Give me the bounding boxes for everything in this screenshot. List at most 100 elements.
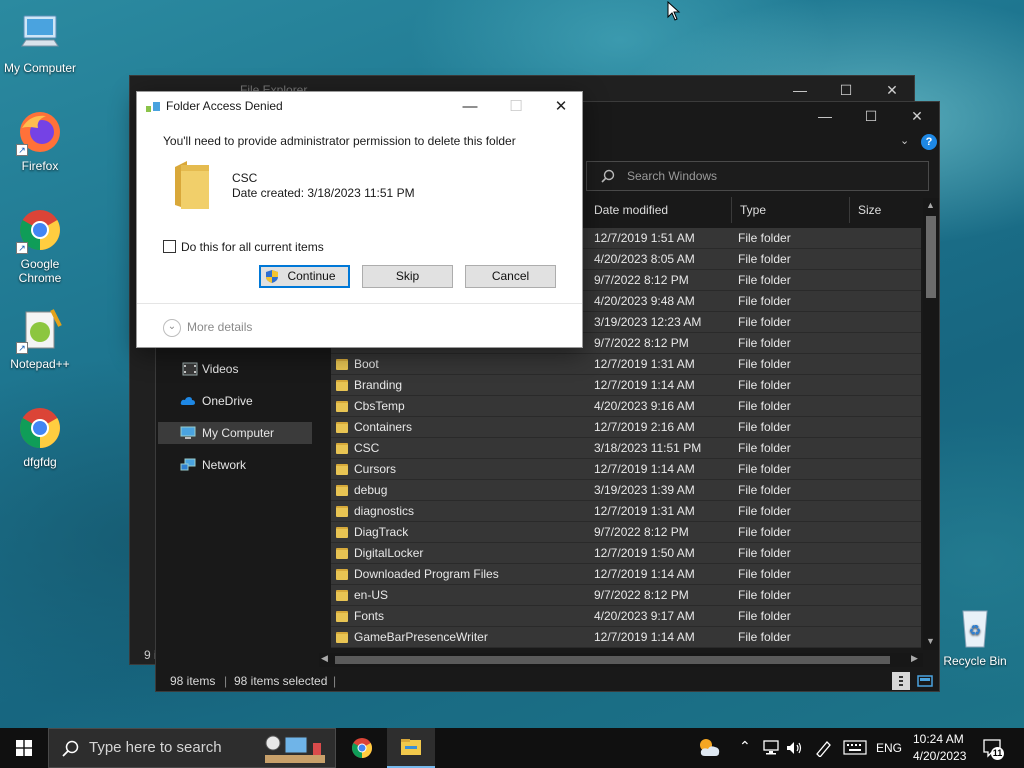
file-date-modified: 9/7/2022 8:12 PM xyxy=(594,273,689,287)
notification-center-button[interactable]: 11 xyxy=(982,737,1004,760)
file-date-modified: 4/20/2023 9:16 AM xyxy=(594,399,695,413)
nav-item-label: My Computer xyxy=(202,426,275,440)
desktop-icon-my-computer[interactable]: My Computer xyxy=(0,10,80,75)
desktop-icon-google-chrome[interactable]: ↗ Google Chrome xyxy=(0,206,80,285)
skip-button[interactable]: Skip xyxy=(362,265,453,288)
column-header-date-modified[interactable]: Date modified xyxy=(586,197,732,223)
folder-access-denied-dialog[interactable]: Folder Access Denied — ☐ ✕ You'll need t… xyxy=(136,91,583,348)
ribbon-expand-chevron-icon[interactable]: ⌄ xyxy=(900,134,909,147)
network-icon xyxy=(180,458,196,471)
clock-date[interactable]: 4/20/2023 xyxy=(913,749,966,763)
start-button[interactable] xyxy=(0,728,48,768)
file-name: Fonts xyxy=(354,609,385,623)
input-language-indicator[interactable]: ENG xyxy=(876,741,902,755)
more-details-toggle[interactable]: ⌄ More details xyxy=(163,318,252,337)
file-type: File folder xyxy=(738,378,791,392)
firefox-icon: ↗ xyxy=(16,108,64,156)
column-header-size[interactable]: Size xyxy=(850,197,926,223)
file-row[interactable]: DiagTrack 9/7/2022 8:12 PM File folder xyxy=(331,522,921,543)
file-row[interactable]: CSC 3/18/2023 11:51 PM File folder xyxy=(331,438,921,459)
nav-item-label: OneDrive xyxy=(202,394,253,408)
close-button[interactable]: ✕ xyxy=(538,92,584,122)
scroll-down-icon[interactable]: ▼ xyxy=(926,636,935,646)
desktop-icon-dfgfdg[interactable]: dfgfdg xyxy=(0,404,80,469)
cancel-button[interactable]: Cancel xyxy=(465,265,556,288)
file-row[interactable]: debug 3/19/2023 1:39 AM File folder xyxy=(331,480,921,501)
search-input[interactable]: Search Windows xyxy=(586,161,929,191)
details-view-button[interactable] xyxy=(892,672,910,690)
nav-item-label: Videos xyxy=(202,362,239,376)
weather-icon[interactable] xyxy=(697,736,723,760)
file-row[interactable]: Branding 12/7/2019 1:14 AM File folder xyxy=(331,375,921,396)
file-row[interactable]: Boot 12/7/2019 1:31 AM File folder xyxy=(331,354,921,375)
details-view-icon xyxy=(899,676,903,686)
file-move-icon xyxy=(146,102,160,112)
file-row[interactable]: Cursors 12/7/2019 1:14 AM File folder xyxy=(331,459,921,480)
file-date-modified: 12/7/2019 1:14 AM xyxy=(594,378,695,392)
status-item-count: 98 items xyxy=(170,674,216,688)
file-row[interactable]: Containers 12/7/2019 2:16 AM File folder xyxy=(331,417,921,438)
file-type: File folder xyxy=(738,294,791,308)
notepadpp-icon: ↗ xyxy=(16,306,64,354)
computer-icon xyxy=(180,426,196,439)
show-hidden-icons-chevron-icon[interactable]: ⌃ xyxy=(739,738,751,755)
nav-item-network[interactable]: Network xyxy=(158,454,312,476)
minimize-button[interactable]: — xyxy=(447,92,493,122)
file-row[interactable]: en-US 9/7/2022 8:12 PM File folder xyxy=(331,585,921,606)
taskbar-search-input[interactable]: Type here to search xyxy=(48,728,336,768)
close-button[interactable]: ✕ xyxy=(894,102,940,130)
touch-keyboard-icon[interactable] xyxy=(843,740,867,756)
taskbar-chrome-button[interactable] xyxy=(338,728,386,768)
pen-workspace-icon[interactable] xyxy=(814,739,834,757)
file-row[interactable]: GameBarPresenceWriter 12/7/2019 1:14 AM Fi… xyxy=(331,627,921,648)
close-button[interactable]: ✕ xyxy=(869,76,915,104)
vertical-scrollbar[interactable]: ▲ ▼ xyxy=(923,198,939,650)
folder-icon xyxy=(336,632,348,643)
scrollbar-thumb[interactable] xyxy=(335,656,890,664)
continue-button[interactable]: Continue xyxy=(259,265,350,288)
folder-icon xyxy=(336,359,348,370)
nav-item-my-computer[interactable]: My Computer xyxy=(158,422,312,444)
large-icons-view-button[interactable] xyxy=(916,672,934,690)
maximize-button[interactable]: ☐ xyxy=(823,76,869,104)
minimize-button[interactable]: — xyxy=(802,102,848,130)
chrome-icon: ↗ xyxy=(16,206,64,254)
horizontal-scrollbar[interactable]: ◀ ▶ xyxy=(319,653,923,667)
desktop-icon-notepadpp[interactable]: ↗ Notepad++ xyxy=(0,306,80,371)
file-row[interactable]: Fonts 4/20/2023 9:17 AM File folder xyxy=(331,606,921,627)
scroll-left-icon[interactable]: ◀ xyxy=(321,653,328,664)
minimize-button[interactable]: — xyxy=(777,76,823,104)
desktop-icon-label: dfgfdg xyxy=(23,455,57,469)
scroll-up-icon[interactable]: ▲ xyxy=(926,200,935,210)
checkbox-box[interactable] xyxy=(163,240,176,253)
file-row[interactable]: DigitalLocker 12/7/2019 1:50 AM File folde… xyxy=(331,543,921,564)
file-row[interactable]: CbsTemp 4/20/2023 9:16 AM File folder xyxy=(331,396,921,417)
network-status-icon[interactable] xyxy=(762,740,780,756)
desktop-icon-firefox[interactable]: ↗ Firefox xyxy=(0,108,80,173)
divider xyxy=(137,303,582,304)
file-row[interactable]: diagnostics 12/7/2019 1:31 AM File folder xyxy=(331,501,921,522)
column-header-type[interactable]: Type xyxy=(732,197,850,223)
volume-icon[interactable] xyxy=(786,740,804,756)
scrollbar-thumb[interactable] xyxy=(926,216,936,298)
desktop-icon-recycle-bin[interactable]: ♻ Recycle Bin xyxy=(935,603,1015,668)
maximize-button[interactable]: ☐ xyxy=(848,102,894,130)
help-icon[interactable]: ? xyxy=(921,134,937,150)
folder-icon xyxy=(336,527,348,538)
status-bar: 98 items | 98 items selected | xyxy=(156,670,939,692)
scroll-right-icon[interactable]: ▶ xyxy=(911,653,918,664)
file-type: File folder xyxy=(738,525,791,539)
file-row[interactable]: Downloaded Program Files 12/7/2019 1:14 A… xyxy=(331,564,921,585)
file-name: GameBarPresenceWriter xyxy=(354,630,488,644)
nav-item-videos[interactable]: Videos xyxy=(158,358,312,380)
apply-to-all-checkbox[interactable]: Do this for all current items xyxy=(163,240,324,254)
taskbar-file-explorer-button[interactable] xyxy=(387,728,435,768)
folder-icon xyxy=(336,401,348,412)
clock-time[interactable]: 10:24 AM xyxy=(913,732,964,746)
nav-item-onedrive[interactable]: OneDrive xyxy=(158,390,312,412)
file-type: File folder xyxy=(738,357,791,371)
file-name: Boot xyxy=(354,357,379,371)
onedrive-icon xyxy=(180,397,195,405)
desktop-icon-label: My Computer xyxy=(3,61,77,75)
folder-date-created: Date created: 3/18/2023 11:51 PM xyxy=(232,186,415,200)
